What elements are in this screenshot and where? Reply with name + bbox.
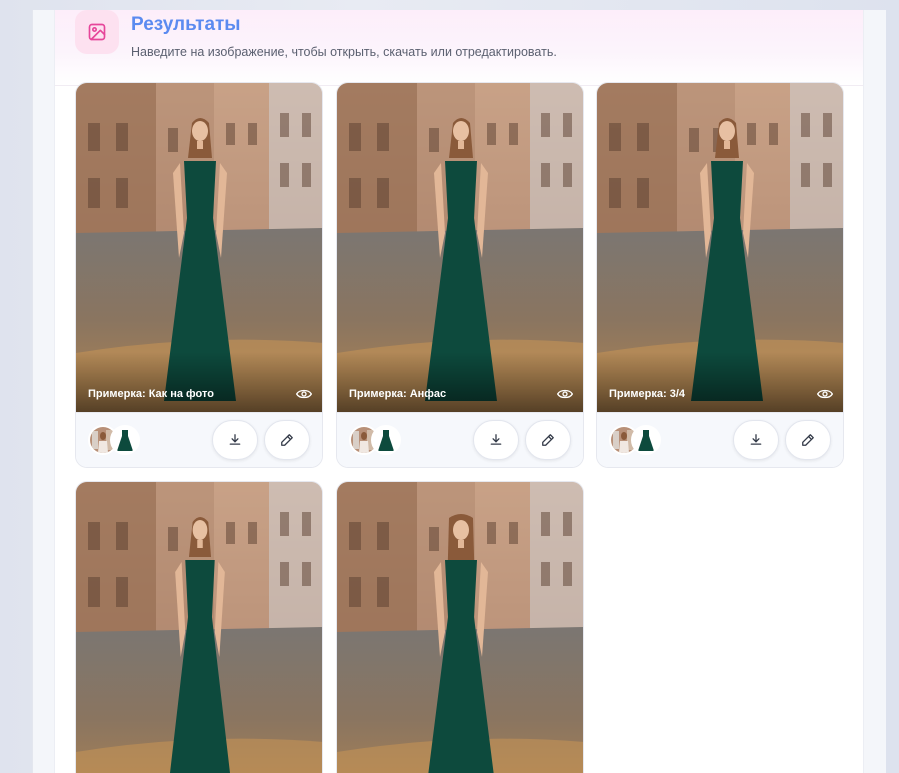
eye-icon[interactable] [296, 388, 312, 400]
result-image[interactable]: Примерка: Анфас [337, 83, 583, 412]
result-card-2: Примерка: Анфас [336, 82, 584, 468]
garment-thumbnail [371, 425, 401, 455]
result-image[interactable] [337, 482, 583, 773]
garment-thumbnail [631, 425, 661, 455]
street-photo [337, 482, 583, 773]
result-card-5 [336, 481, 584, 773]
street-photo [76, 482, 322, 773]
download-icon [490, 434, 502, 445]
result-caption: Примерка: Как на фото [88, 388, 214, 400]
download-button[interactable] [212, 420, 258, 460]
result-actions [597, 412, 843, 467]
page-title: Результаты [131, 14, 241, 35]
result-image[interactable]: Примерка: Как на фото [76, 83, 322, 412]
eye-icon[interactable] [557, 388, 573, 400]
source-thumbnails [609, 425, 669, 455]
source-thumbnails [349, 425, 409, 455]
result-actions [76, 412, 322, 467]
download-icon [750, 434, 762, 445]
source-thumbnails [88, 425, 148, 455]
download-button[interactable] [473, 420, 519, 460]
result-caption: Примерка: 3/4 [609, 388, 685, 400]
result-image[interactable]: Примерка: 3/4 [597, 83, 843, 412]
download-button[interactable] [733, 420, 779, 460]
result-image[interactable] [76, 482, 322, 773]
page-subtitle: Наведите на изображение, чтобы открыть, … [131, 45, 557, 59]
edit-button[interactable] [785, 420, 831, 460]
result-card-3: Примерка: 3/4 [596, 82, 844, 468]
result-card-1: Примерка: Как на фото [75, 82, 323, 468]
pencil-icon [802, 434, 814, 446]
edit-button[interactable] [525, 420, 571, 460]
image-icon [75, 10, 119, 54]
result-actions [337, 412, 583, 467]
edit-button[interactable] [264, 420, 310, 460]
download-icon [229, 434, 241, 445]
garment-thumbnail [110, 425, 140, 455]
pencil-icon [281, 434, 293, 446]
pencil-icon [542, 434, 554, 446]
results-panel: Результаты Наведите на изображение, чтоб… [54, 10, 864, 773]
eye-icon[interactable] [817, 388, 833, 400]
result-card-4 [75, 481, 323, 773]
results-header: Результаты Наведите на изображение, чтоб… [55, 10, 863, 86]
result-caption: Примерка: Анфас [349, 388, 447, 400]
